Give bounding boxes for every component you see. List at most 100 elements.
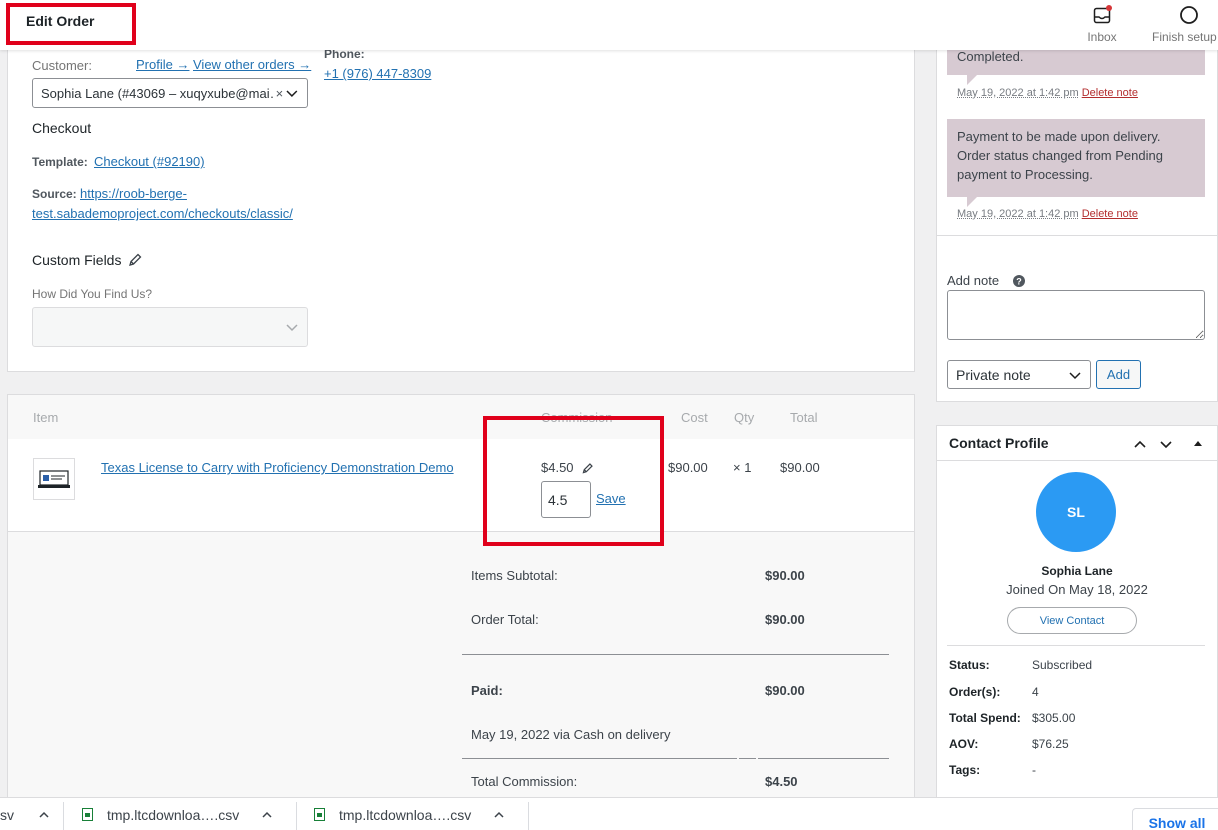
custom-fields-heading: Custom Fields — [32, 252, 122, 268]
total-commission-label: Total Commission: — [471, 774, 578, 789]
paid-divider — [462, 758, 737, 759]
download-bar: sv tmp.ltcdownloa….csv tmp.ltcdownloa….c… — [0, 797, 1218, 830]
customer-select[interactable]: Sophia Lane (#43069 – xuqyxube@mai… × — [32, 78, 308, 108]
delete-note-link[interactable]: Delete note — [1082, 208, 1138, 220]
help-icon[interactable]: ? — [1013, 275, 1025, 287]
product-thumbnail — [33, 458, 75, 500]
chevron-up-icon[interactable] — [493, 809, 505, 821]
phone-link[interactable]: +1 (976) 447-8309 — [324, 66, 431, 81]
collapse-triangle-icon[interactable] — [1193, 438, 1203, 448]
orders-value: 4 — [1032, 685, 1039, 699]
contact-profile-header: Contact Profile — [937, 426, 1217, 461]
highlight-box-title — [6, 3, 136, 45]
paid-value: $90.00 — [765, 683, 805, 698]
download-item[interactable]: tmp.ltcdownloa….csv — [82, 798, 273, 830]
order-notes-card: Completed. May 19, 2022 at 1:42 pm Delete… — [936, 40, 1218, 402]
show-all-button[interactable]: Show all — [1132, 808, 1218, 830]
csv-file-icon — [82, 808, 93, 821]
chevron-up-icon[interactable] — [1133, 437, 1147, 451]
chevron-up-icon[interactable] — [38, 809, 50, 821]
note-meta: May 19, 2022 at 1:42 pm Delete note — [957, 208, 1138, 220]
tags-label: Tags: — [949, 763, 981, 777]
add-note-button[interactable]: Add — [1096, 360, 1141, 389]
order-details-card: Customer: Profile → View other orders → … — [7, 40, 915, 372]
add-note-label: Add note — [947, 273, 1000, 288]
aov-label: AOV: — [949, 737, 979, 751]
items-subtotal-label: Items Subtotal: — [471, 568, 558, 583]
progress-circle-icon — [1180, 6, 1198, 24]
download-filename: tmp.ltcdownloa….csv — [107, 806, 240, 823]
column-item: Item — [33, 410, 59, 425]
delete-note-link[interactable]: Delete note — [1082, 87, 1138, 99]
note-date: May 19, 2022 at 1:42 pm — [957, 87, 1079, 99]
status-badge: Subscribed — [1032, 658, 1093, 672]
download-separator — [296, 802, 297, 830]
note-tail — [967, 75, 977, 85]
chevron-down-icon — [1069, 371, 1081, 379]
contact-name: Sophia Lane — [1041, 564, 1113, 578]
source-link-line1[interactable]: https://roob-berge- — [80, 186, 187, 201]
download-separator — [528, 802, 529, 830]
checkout-heading: Checkout — [32, 120, 92, 136]
avatar: SL — [1036, 472, 1116, 552]
chevron-down-icon — [286, 90, 298, 98]
contact-profile-heading: Contact Profile — [949, 435, 1049, 451]
note-tail — [967, 197, 977, 207]
template-link[interactable]: Checkout (#92190) — [94, 154, 205, 169]
add-note-textarea[interactable] — [947, 290, 1205, 340]
inbox-icon — [1093, 5, 1112, 24]
table-row: Texas License to Carry with Proficiency … — [8, 439, 914, 532]
note-type-select[interactable]: Private note — [947, 360, 1091, 389]
paid-divider — [758, 758, 889, 759]
view-contact-button[interactable]: View Contact — [1007, 607, 1137, 634]
contact-joined: Joined On May 18, 2022 — [1006, 582, 1148, 597]
qty-value: × 1 — [733, 460, 752, 475]
source-label: Source: — [32, 187, 77, 201]
items-header-row: Item Commission Cost Qty Total — [8, 395, 914, 439]
note-date: May 19, 2022 at 1:42 pm — [957, 208, 1079, 220]
product-name-link[interactable]: Texas License to Carry with Proficiency … — [101, 460, 454, 475]
inbox-label: Inbox — [1087, 30, 1117, 44]
order-total-label: Order Total: — [471, 612, 539, 627]
chevron-down-icon[interactable] — [1159, 437, 1173, 451]
highlight-box-commission — [483, 416, 664, 546]
total-value: $90.00 — [780, 460, 820, 475]
download-separator — [63, 802, 64, 830]
how-did-you-find-us-select[interactable] — [32, 307, 308, 347]
top-bar: Edit Order Inbox Finish setup — [0, 0, 1218, 50]
clear-icon[interactable]: × — [276, 86, 284, 101]
totals-divider — [462, 654, 889, 655]
view-other-orders-link[interactable]: View other orders → — [193, 57, 311, 72]
csv-file-icon — [314, 808, 325, 821]
paid-divider — [739, 758, 756, 759]
total-spend-value: $305.00 — [1032, 711, 1076, 725]
order-total-value: $90.00 — [765, 612, 805, 627]
note-text: Completed. — [957, 49, 1024, 64]
product-image-icon — [38, 470, 70, 488]
column-qty: Qty — [734, 410, 755, 425]
order-items-card: Item Commission Cost Qty Total Texas Lic… — [7, 394, 915, 804]
profile-link[interactable]: Profile → — [136, 57, 189, 72]
how-did-you-find-us-label: How Did You Find Us? — [32, 287, 153, 301]
finish-setup-label: Finish setup — [1152, 30, 1217, 44]
customer-label: Customer: — [32, 58, 92, 73]
download-item[interactable]: sv — [0, 798, 50, 830]
source-link-line2[interactable]: test.sabademoproject.com/checkouts/class… — [32, 206, 293, 221]
note-type-value: Private note — [956, 366, 1031, 383]
chevron-up-icon[interactable] — [261, 809, 273, 821]
download-filename: tmp.ltcdownloa….csv — [339, 806, 472, 823]
template-label: Template: — [32, 155, 88, 169]
pencil-icon[interactable] — [127, 252, 143, 268]
svg-text:?: ? — [1016, 277, 1022, 287]
note-text: Payment to be made upon delivery. Order … — [957, 129, 1163, 182]
finish-setup-button[interactable]: Finish setup — [1152, 5, 1218, 44]
orders-label: Order(s): — [949, 685, 1001, 699]
contact-profile-card: Contact Profile SL Sophia Lane Joined On… — [936, 425, 1218, 805]
total-commission-value: $4.50 — [765, 774, 798, 789]
chevron-down-icon — [286, 324, 298, 332]
notes-divider — [937, 235, 1217, 236]
paid-label: Paid: — [471, 683, 503, 698]
download-item[interactable]: tmp.ltcdownloa….csv — [314, 798, 505, 830]
customer-select-value: Sophia Lane (#43069 – xuqyxube@mai… — [41, 85, 274, 101]
inbox-button[interactable]: Inbox — [1082, 5, 1122, 44]
